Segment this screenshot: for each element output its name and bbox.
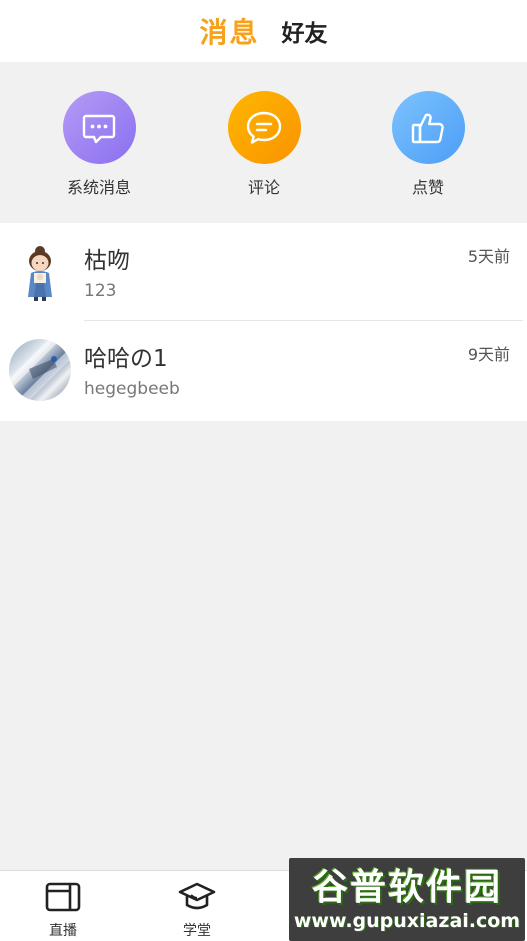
system-messages-label: 系统消息 <box>66 178 131 197</box>
video-camera-icon <box>45 881 81 917</box>
tab-messages[interactable]: 消息 <box>199 11 259 51</box>
conversation-name: 枯吻 <box>84 248 130 274</box>
nav-live[interactable]: 直播 <box>23 881 103 940</box>
photo-avatar <box>9 339 71 401</box>
likes-button[interactable]: 点赞 <box>368 91 488 198</box>
conversation-time: 9天前 <box>467 345 510 364</box>
nav-academy[interactable]: 学堂 <box>157 881 237 940</box>
conversation-row[interactable]: 枯吻 123 5天前 <box>0 223 527 321</box>
conversation-preview: 123 <box>84 281 117 301</box>
comment-icon <box>227 91 301 164</box>
nav-live-label: 直播 <box>49 923 77 939</box>
top-tab-bar: 消息 好友 <box>0 0 527 62</box>
nav-academy-label: 学堂 <box>183 923 211 939</box>
quick-actions: 系统消息 评论 点赞 <box>0 62 527 223</box>
tab-friends[interactable]: 好友 <box>282 14 328 48</box>
message-dots-icon <box>62 91 136 164</box>
watermark-logo: 谷普软件园 www.gupuxiazai.com <box>289 858 525 941</box>
system-messages-button[interactable]: 系统消息 <box>39 91 159 198</box>
conversation-time: 5天前 <box>467 247 510 266</box>
cartoon-girl-avatar <box>9 241 71 303</box>
conversation-list: 枯吻 123 5天前 哈哈の1 hegegbeeb 9天前 <box>0 223 527 421</box>
watermark-url: www.gupuxiazai.com <box>293 909 521 932</box>
thumbs-up-icon <box>391 91 465 164</box>
likes-label: 点赞 <box>411 178 444 197</box>
conversation-row[interactable]: 哈哈の1 hegegbeeb 9天前 <box>0 321 527 421</box>
graduation-cap-icon <box>178 881 216 917</box>
comments-button[interactable]: 评论 <box>204 91 324 198</box>
comments-label: 评论 <box>247 178 280 197</box>
conversation-preview: hegegbeeb <box>84 379 180 399</box>
watermark-title: 谷普软件园 <box>311 866 502 908</box>
conversation-name: 哈哈の1 <box>84 346 168 372</box>
